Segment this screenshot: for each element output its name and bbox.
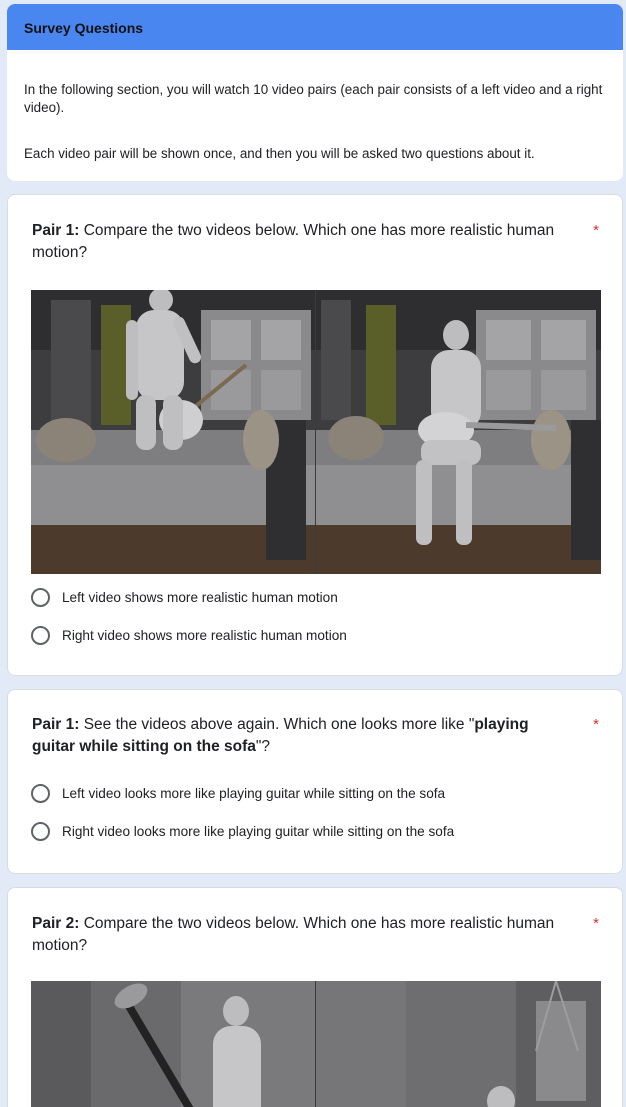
radio-option-left[interactable]: Left video shows more realistic human mo… [31,586,338,608]
question-text: Compare the two videos below. Which one … [32,915,555,954]
radio-option-label: Left video shows more realistic human mo… [62,589,338,605]
radio-button[interactable] [31,625,50,645]
radio-button[interactable] [31,587,50,607]
left-video [31,290,315,574]
question-title: Pair 2: Compare the two videos below. Wh… [32,913,572,957]
intro-paragraph-2: Each video pair will be shown once, and … [24,146,535,161]
section-header: Survey Questions [7,4,623,50]
question-title: Pair 1: See the videos above again. Whic… [32,714,572,758]
question-text: See the videos above again. Which one lo… [79,716,475,733]
radio-option-left[interactable]: Left video looks more like playing guita… [31,782,445,804]
radio-button[interactable] [31,783,50,803]
video-pair-2[interactable] [31,981,601,1107]
required-asterisk: * [593,716,599,733]
question-pair-label: Pair 1: [32,716,80,733]
video-pair-1-frames [31,290,601,574]
radio-option-right[interactable]: Right video shows more realistic human m… [31,624,347,646]
question-text-end: "? [255,738,271,755]
left-video [31,981,315,1107]
radio-button[interactable] [31,821,50,841]
right-video [316,981,601,1107]
right-video [316,290,601,574]
radio-option-label: Right video shows more realistic human m… [62,627,347,643]
question-pair-label: Pair 2: [32,915,80,932]
question-title: Pair 1: Compare the two videos below. Wh… [32,220,572,264]
section-title: Survey Questions [24,20,144,36]
radio-option-label: Right video looks more like playing guit… [62,823,455,839]
question-text: Compare the two videos below. Which one … [32,222,555,261]
required-asterisk: * [593,915,599,932]
question-card-pair1-realism: Pair 1: Compare the two videos below. Wh… [7,194,623,676]
video-pair-2-frames [31,981,601,1107]
section-intro-card: Survey Questions In the following sectio… [7,4,623,181]
radio-option-label: Left video looks more like playing guita… [62,785,446,801]
question-card-pair1-text-match: Pair 1: See the videos above again. Whic… [7,689,623,874]
question-card-pair2-realism: Pair 2: Compare the two videos below. Wh… [7,887,623,1107]
intro-paragraph-1: In the following section, you will watch… [24,82,603,115]
question-pair-label: Pair 1: [32,222,80,239]
video-pair-1[interactable] [31,290,601,574]
radio-option-right[interactable]: Right video looks more like playing guit… [31,820,454,842]
required-asterisk: * [593,222,599,239]
